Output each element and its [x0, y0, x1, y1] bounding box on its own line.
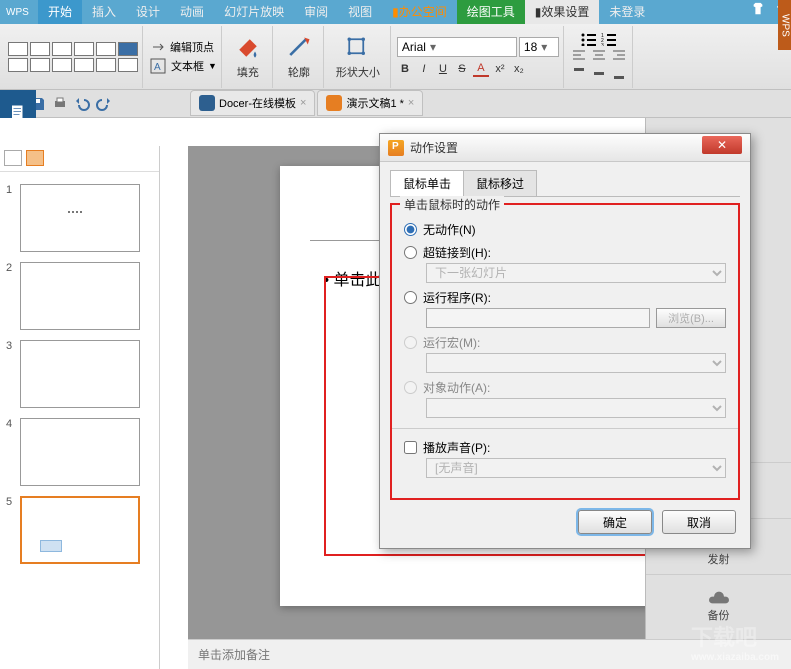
dialog-titlebar[interactable]: 动作设置 ✕	[380, 134, 750, 162]
radio-none[interactable]: 无动作(N)	[404, 221, 726, 238]
bold-button[interactable]: B	[397, 61, 413, 77]
dialog-title: 动作设置	[410, 139, 696, 156]
shirt-icon[interactable]	[751, 2, 765, 16]
outline-view-icon[interactable]	[4, 150, 22, 166]
svg-text:3: 3	[601, 43, 604, 46]
tab-not-logged[interactable]: 未登录	[599, 0, 655, 24]
strike-button[interactable]: S	[454, 61, 470, 77]
align-left-icon[interactable]	[570, 48, 588, 64]
panel-view-tabs	[0, 146, 159, 172]
shape-size-button[interactable]: 形状大小	[330, 32, 386, 82]
arrow-icon	[152, 40, 166, 54]
bullet-list-icon[interactable]	[581, 32, 597, 46]
italic-button[interactable]: I	[416, 61, 432, 77]
shape-size-group: 形状大小	[326, 26, 391, 88]
tab-mouse-click[interactable]: 鼠标单击	[390, 170, 464, 196]
sound-select[interactable]: [无声音]	[426, 458, 726, 478]
close-icon[interactable]: ×	[408, 97, 414, 109]
tab-effect-settings[interactable]: ▮效果设置	[525, 0, 600, 24]
align-mid-icon[interactable]	[590, 66, 608, 82]
subscript-button[interactable]: x₂	[511, 61, 527, 77]
tab-view[interactable]: 视图	[338, 0, 382, 24]
action-fieldset: 单击鼠标时的动作 无动作(N) 超链接到(H): 下一张幻灯片 运行程序(R):…	[390, 203, 740, 500]
font-name-select[interactable]: Arial▾	[397, 37, 517, 57]
slide-thumb[interactable]: 4	[6, 418, 153, 486]
radio-run-macro[interactable]: 运行宏(M):	[404, 334, 726, 351]
wps-side-logo: WPS	[778, 0, 791, 50]
edit-vertices-label[interactable]: 编辑顶点	[170, 39, 214, 55]
align-top-icon[interactable]	[570, 66, 588, 82]
watermark: 下载吧www.xiazaiba.com	[691, 620, 779, 663]
action-settings-dialog: 动作设置 ✕ 鼠标单击 鼠标移过 单击鼠标时的动作 无动作(N) 超链接到(H)…	[379, 133, 751, 549]
outline-button[interactable]: 轮廓	[279, 32, 319, 82]
thumb-view-icon[interactable]	[26, 150, 44, 166]
svg-text:A: A	[154, 62, 161, 73]
edit-vertices-group: 编辑顶点 A文本框▼	[145, 26, 222, 88]
underline-button[interactable]: U	[435, 61, 451, 77]
tab-office-space[interactable]: ▮办公空间	[382, 0, 457, 24]
doc-tab-docer[interactable]: Docer-在线模板×	[190, 90, 315, 116]
font-size-select[interactable]: 18▾	[519, 37, 559, 57]
checkbox-play-sound[interactable]: 播放声音(P):	[404, 439, 726, 456]
print-icon[interactable]	[52, 96, 68, 112]
outline-group: 轮廓	[275, 26, 324, 88]
list-align-group: 123	[566, 26, 633, 88]
font-color-button[interactable]: A	[473, 61, 489, 77]
close-icon[interactable]: ×	[300, 97, 306, 109]
font-group: Arial▾ 18▾ B I U S A x² x₂	[393, 26, 564, 88]
slide-thumb[interactable]: 1	[6, 184, 153, 252]
fill-button[interactable]: 填充	[228, 32, 268, 82]
object-action-select[interactable]	[426, 398, 726, 418]
slide-thumb[interactable]: 3	[6, 340, 153, 408]
app-icon	[388, 140, 404, 156]
tab-insert[interactable]: 插入	[82, 0, 126, 24]
radio-run-program[interactable]: 运行程序(R):	[404, 289, 726, 306]
shape-cell[interactable]	[8, 42, 28, 56]
dialog-close-button[interactable]: ✕	[702, 136, 742, 154]
shape-gallery-group	[4, 26, 143, 88]
tab-animation[interactable]: 动画	[170, 0, 214, 24]
app-logo: WPS	[2, 7, 38, 18]
radio-hyperlink[interactable]: 超链接到(H):	[404, 244, 726, 261]
align-center-icon[interactable]	[590, 48, 608, 64]
textbox-btn[interactable]: 文本框	[171, 58, 204, 74]
align-bot-icon[interactable]	[610, 66, 628, 82]
ok-button[interactable]: 确定	[578, 510, 652, 534]
program-path-input[interactable]	[426, 308, 650, 328]
slide-thumb[interactable]: 2	[6, 262, 153, 330]
redo-icon[interactable]	[96, 96, 112, 112]
undo-icon[interactable]	[74, 96, 90, 112]
presentation-icon	[326, 95, 342, 111]
align-right-icon[interactable]	[610, 48, 628, 64]
ribbon-tab-bar: WPS 开始 插入 设计 动画 幻灯片放映 审阅 视图 ▮办公空间 绘图工具 ▮…	[0, 0, 791, 24]
tab-design[interactable]: 设计	[126, 0, 170, 24]
ribbon-body: 编辑顶点 A文本框▼ 填充 轮廓 形状大小 Arial▾ 18▾ B I U S…	[0, 24, 791, 90]
fieldset-legend: 单击鼠标时的动作	[400, 196, 504, 213]
document-tabs: Docer-在线模板× 演示文稿1 *×	[190, 90, 425, 116]
textbox-icon: A	[149, 57, 167, 75]
docer-icon	[199, 95, 215, 111]
hyperlink-select[interactable]: 下一张幻灯片	[426, 263, 726, 283]
fill-group: 填充	[224, 26, 273, 88]
number-list-icon[interactable]: 123	[601, 32, 617, 46]
slide-thumb-selected[interactable]: 5	[6, 496, 153, 564]
tab-slideshow[interactable]: 幻灯片放映	[214, 0, 294, 24]
tab-mouse-hover[interactable]: 鼠标移过	[463, 170, 537, 196]
superscript-button[interactable]: x²	[492, 61, 508, 77]
tab-review[interactable]: 审阅	[294, 0, 338, 24]
radio-object-action[interactable]: 对象动作(A):	[404, 379, 726, 396]
slide-thumbnail-panel: 1 2 3 4 5	[0, 146, 160, 669]
tab-start[interactable]: 开始	[38, 0, 82, 24]
tab-drawing-tools[interactable]: 绘图工具	[457, 0, 525, 24]
cancel-button[interactable]: 取消	[662, 510, 736, 534]
browse-button[interactable]: 浏览(B)...	[656, 308, 726, 328]
doc-tab-presentation[interactable]: 演示文稿1 *×	[317, 90, 423, 116]
dialog-tabs: 鼠标单击 鼠标移过	[390, 170, 740, 197]
macro-select[interactable]	[426, 353, 726, 373]
